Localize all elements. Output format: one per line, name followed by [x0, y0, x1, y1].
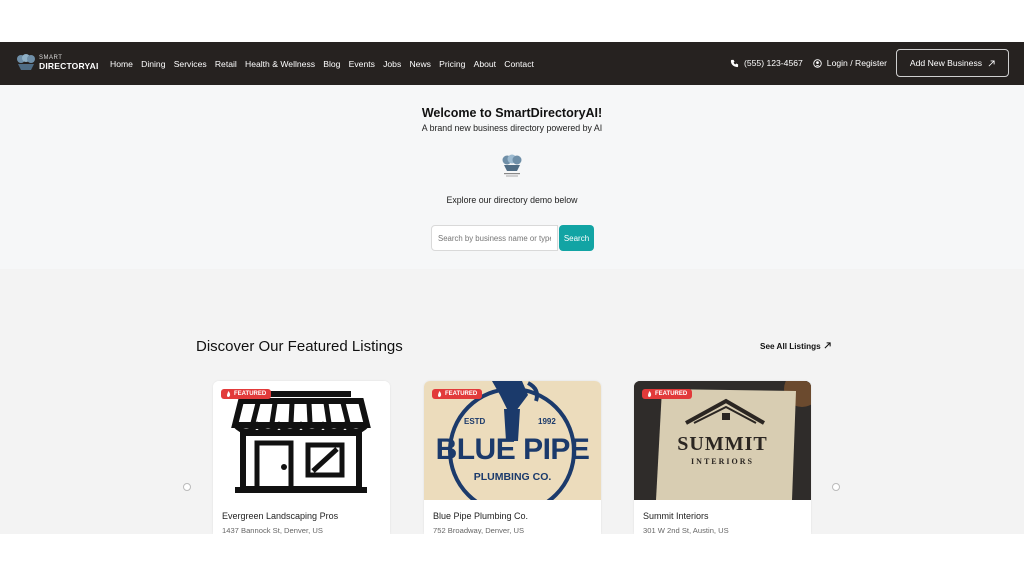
nav-contact[interactable]: Contact: [504, 59, 534, 69]
main-nav: Home Dining Services Retail Health & Wel…: [110, 42, 542, 85]
nav-services[interactable]: Services: [174, 59, 207, 69]
nav-about[interactable]: About: [474, 59, 496, 69]
featured-section: Discover Our Featured Listings See All L…: [0, 269, 1024, 534]
phone-number: (555) 123-4567: [744, 58, 803, 68]
nav-events[interactable]: Events: [349, 59, 375, 69]
featured-title: Discover Our Featured Listings: [196, 338, 403, 355]
nav-home[interactable]: Home: [110, 59, 133, 69]
nav-jobs[interactable]: Jobs: [383, 59, 401, 69]
flame-icon: [438, 391, 442, 397]
logo-text-main: DIRECTORYAI: [39, 61, 99, 71]
logo-estd: ESTD: [464, 417, 486, 426]
hero-subtitle: A brand new business directory powered b…: [421, 123, 603, 133]
nav-pricing[interactable]: Pricing: [439, 59, 465, 69]
user-icon: [813, 58, 822, 68]
external-arrow-icon: [988, 59, 995, 66]
login-label: Login / Register: [826, 58, 887, 68]
hero-logo: [502, 154, 522, 177]
search-bar: Search: [431, 225, 594, 251]
logo-brand: BLUE PIPE: [435, 433, 590, 466]
explore-text: Explore our directory demo below: [446, 195, 578, 205]
phone-link[interactable]: (555) 123-4567: [730, 58, 803, 68]
top-margin: [0, 0, 1024, 42]
logo-subtitle: INTERIORS: [691, 457, 754, 466]
listing-name[interactable]: Evergreen Landscaping Pros: [222, 511, 338, 521]
nav-health-wellness[interactable]: Health & Wellness: [245, 59, 315, 69]
listing-image: FEATURED: [213, 381, 390, 500]
search-input[interactable]: [431, 225, 558, 251]
nav-blog[interactable]: Blog: [323, 59, 340, 69]
featured-badge: FEATURED: [221, 389, 272, 399]
add-business-label: Add New Business: [909, 58, 983, 68]
bottom-margin: [0, 534, 1024, 577]
logo-icon: [17, 54, 35, 70]
nav-dining[interactable]: Dining: [141, 59, 165, 69]
see-all-label: See All Listings: [760, 342, 821, 351]
site-logo[interactable]: SMART DIRECTORYAI: [16, 53, 99, 71]
external-arrow-icon: [824, 342, 831, 349]
listing-card[interactable]: FEATURED ESTD 1992 BLUE PIPE PLUMBING CO…: [424, 381, 601, 534]
listing-address: 1437 Bannock St, Denver, US: [222, 526, 323, 534]
nav-retail[interactable]: Retail: [215, 59, 237, 69]
hero-title: Welcome to SmartDirectoryAI!: [421, 106, 603, 120]
flame-icon: [227, 391, 231, 397]
listing-image: FEATURED ESTD 1992 BLUE PIPE PLUMBING CO…: [424, 381, 601, 500]
phone-icon: [730, 59, 739, 67]
see-all-link[interactable]: See All Listings: [760, 342, 831, 351]
listing-card[interactable]: FEATURED Evergreen Landscaping Pros 1437…: [213, 381, 390, 534]
listing-address: 301 W 2nd St, Austin, US: [643, 526, 729, 534]
listing-card[interactable]: FEATURED SUMMIT INTERIORS Summit Interio…: [634, 381, 811, 534]
featured-badge: FEATURED: [432, 389, 483, 399]
listing-address: 752 Broadway, Denver, US: [433, 526, 525, 534]
login-register-link[interactable]: Login / Register: [813, 58, 887, 68]
featured-badge-label: FEATURED: [445, 391, 478, 397]
add-business-button[interactable]: Add New Business: [896, 49, 1009, 77]
flame-icon: [648, 391, 652, 397]
carousel-next-dot[interactable]: [832, 483, 840, 491]
featured-badge-label: FEATURED: [655, 391, 688, 397]
featured-badge: FEATURED: [642, 389, 693, 399]
nav-news[interactable]: News: [409, 59, 431, 69]
search-button[interactable]: Search: [559, 225, 594, 251]
navbar: SMART DIRECTORYAI Home Dining Services R…: [0, 42, 1024, 85]
logo-brand: SUMMIT: [677, 433, 768, 455]
listing-name[interactable]: Summit Interiors: [643, 511, 709, 521]
listing-name[interactable]: Blue Pipe Plumbing Co.: [433, 511, 528, 521]
carousel-prev-dot[interactable]: [183, 483, 191, 491]
featured-badge-label: FEATURED: [234, 391, 267, 397]
logo-year: 1992: [538, 417, 556, 426]
listing-image: FEATURED SUMMIT INTERIORS: [634, 381, 811, 500]
hero-section: Welcome to SmartDirectoryAI! A brand new…: [0, 85, 1024, 269]
logo-subtitle: PLUMBING CO.: [473, 471, 552, 483]
